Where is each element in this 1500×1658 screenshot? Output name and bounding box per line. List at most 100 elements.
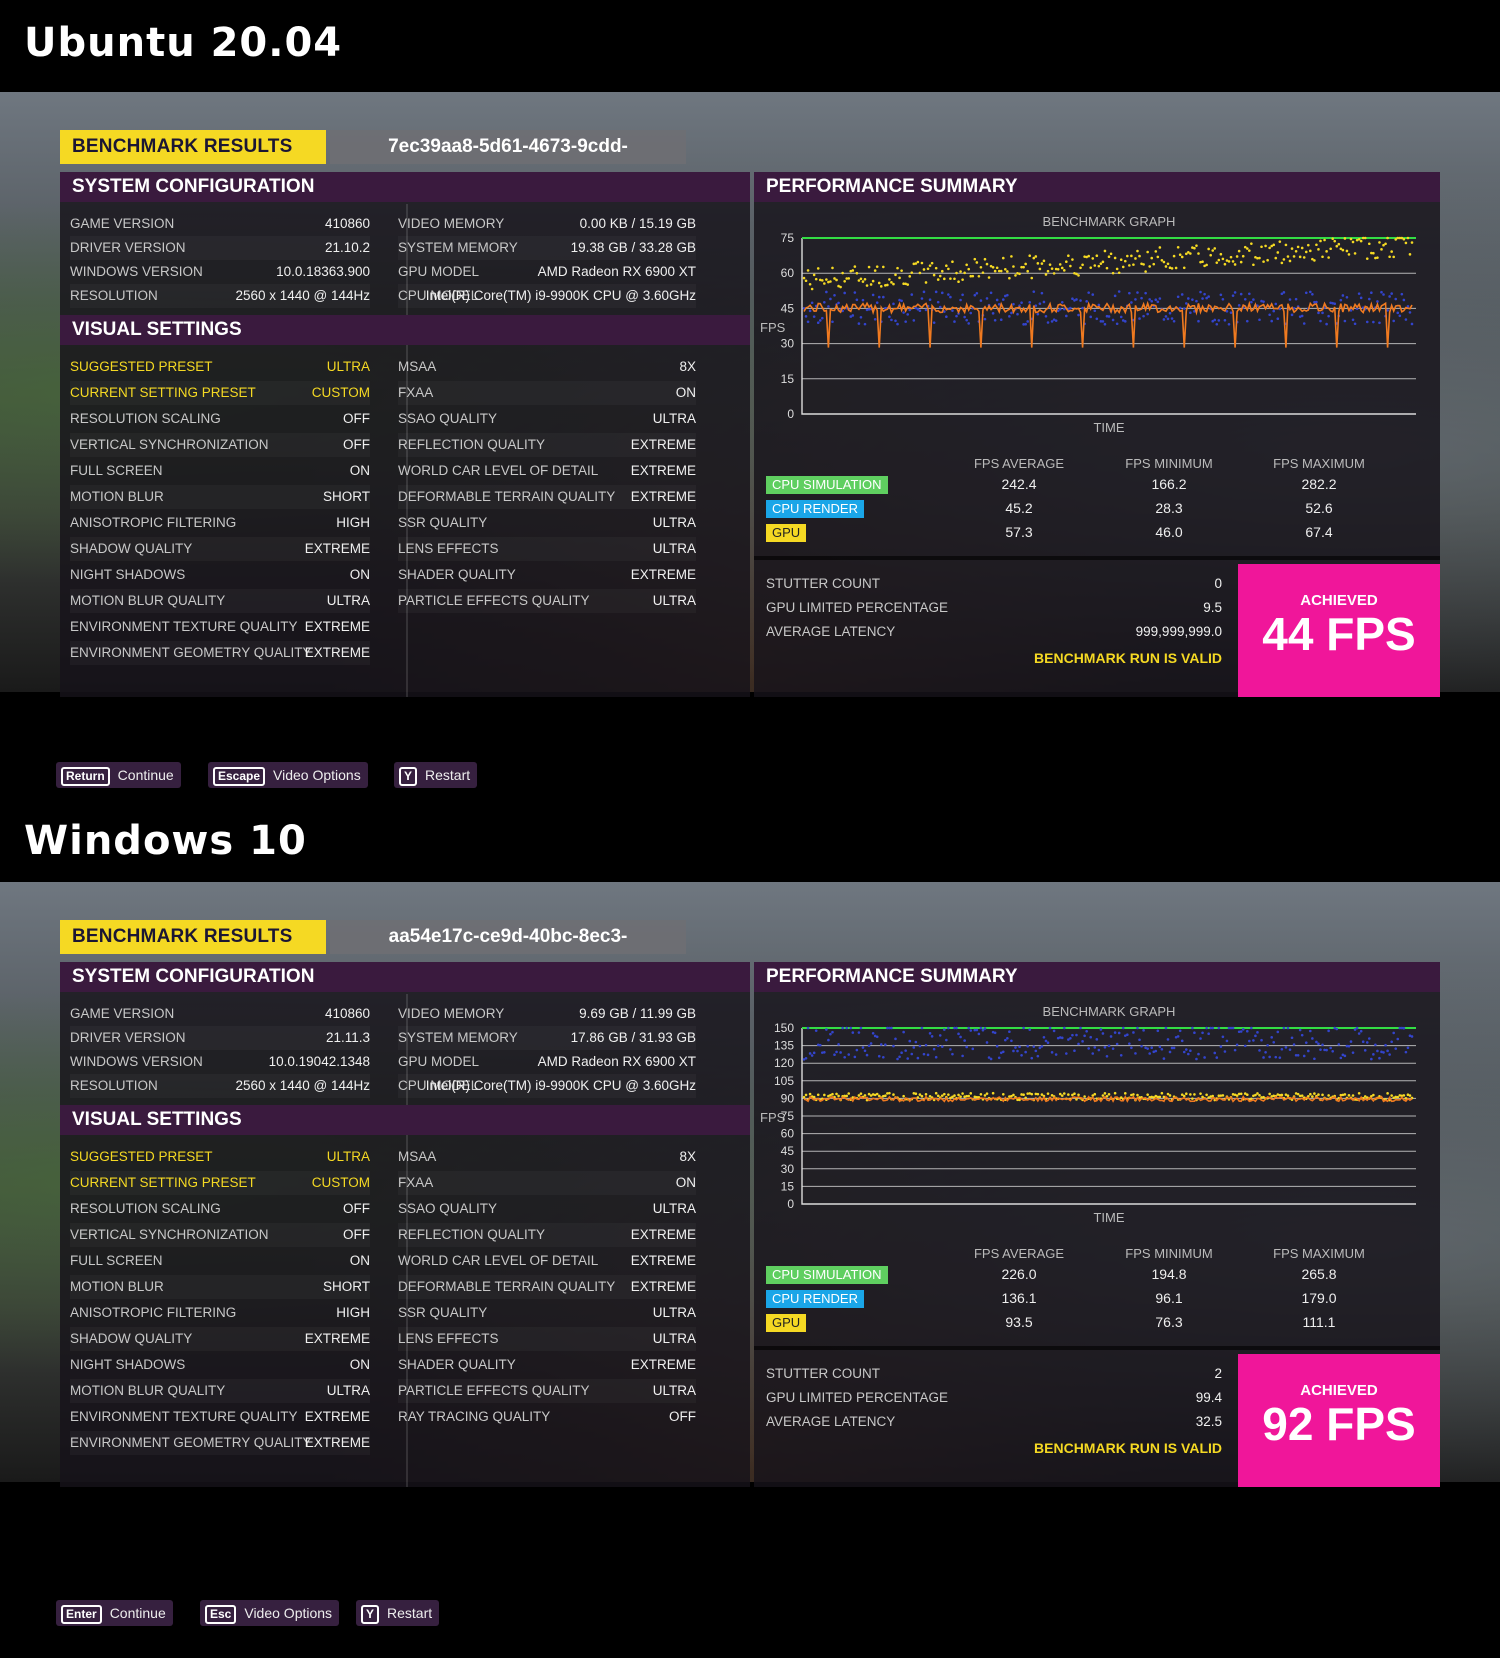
summary-value: 32.5 [1195, 1414, 1222, 1429]
achieved-label: ACHIEVED [1300, 592, 1378, 609]
stat-value: 242.4 [1001, 476, 1037, 492]
setting-row: SYSTEM MEMORY 19.38 GB / 33.28 GB [398, 236, 696, 260]
summary-row: AVERAGE LATENCY 999,999,999.0 [766, 620, 1222, 644]
setting-row: FULL SCREEN ON [70, 1249, 370, 1273]
y-axis-label: FPS [760, 1110, 786, 1125]
key-hint: Enter [61, 1605, 102, 1624]
setting-value: ULTRA [652, 1201, 696, 1216]
performance-block: PERFORMANCE SUMMARY BENCHMARK GRAPH 0 15 30 4… [754, 172, 1440, 697]
setting-value: ULTRA [652, 411, 696, 426]
setting-row: FXAA ON [398, 381, 696, 405]
setting-name: WORLD CAR LEVEL OF DETAIL [398, 1253, 599, 1268]
setting-name: ENVIRONMENT TEXTURE QUALITY [70, 619, 298, 634]
restart-button[interactable]: Y Restart [356, 1600, 440, 1626]
setting-row: SHADOW QUALITY EXTREME [70, 1327, 370, 1351]
setting-name: RESOLUTION [70, 1078, 158, 1093]
y-tick-label: 60 [781, 266, 795, 280]
setting-value: HIGH [336, 1305, 370, 1320]
setting-name: VERTICAL SYNCHRONIZATION [70, 1227, 269, 1242]
setting-row: RESOLUTION SCALING OFF [70, 407, 370, 431]
setting-name: DRIVER VERSION [70, 1030, 186, 1045]
setting-name: RESOLUTION SCALING [70, 1201, 221, 1216]
setting-row: WINDOWS VERSION 10.0.19042.1348 [70, 1050, 370, 1074]
run-id: aa54e17c-ce9d-40bc-8ec3-bd01f9a58871 [330, 920, 686, 981]
setting-value: Intel(R) Core(TM) i9-9900K CPU @ 3.60GHz [425, 288, 696, 303]
setting-name: CURRENT SETTING PRESET [70, 1175, 256, 1190]
setting-value: Intel(R) Core(TM) i9-9900K CPU @ 3.60GHz [425, 1078, 696, 1093]
setting-name: GPU MODEL [398, 264, 480, 279]
y-tick-label: 30 [781, 1162, 795, 1176]
setting-value: EXTREME [304, 1409, 370, 1424]
setting-value: SHORT [322, 489, 370, 504]
stat-value: 136.1 [1001, 1290, 1037, 1306]
settings-block: SYSTEM CONFIGURATION GAME VERSION 410860 DR… [60, 962, 750, 1487]
setting-value: 410860 [324, 1006, 370, 1021]
setting-value: 2560 x 1440 @ 144Hz [235, 1078, 370, 1093]
setting-name: SYSTEM MEMORY [398, 1030, 518, 1045]
setting-row: GPU MODEL AMD Radeon RX 6900 XT [398, 260, 696, 284]
setting-value: EXTREME [304, 645, 370, 660]
setting-value: ULTRA [326, 359, 370, 374]
continue-button[interactable]: Return Continue [56, 762, 181, 788]
setting-value: 0.00 KB / 15.19 GB [579, 216, 696, 231]
stat-value: 166.2 [1151, 476, 1187, 492]
setting-name: FULL SCREEN [70, 1253, 163, 1268]
setting-name: CURRENT SETTING PRESET [70, 385, 256, 400]
setting-row: RESOLUTION SCALING OFF [70, 1197, 370, 1221]
cpu-render-tag: CPU RENDER [766, 1290, 864, 1308]
stat-header: FPS MAXIMUM [1273, 1246, 1365, 1261]
button-label: Restart [425, 767, 471, 783]
setting-name: SUGGESTED PRESET [70, 1149, 213, 1164]
setting-value: OFF [343, 1201, 370, 1216]
restart-button[interactable]: Y Restart [394, 762, 478, 788]
setting-row: ENVIRONMENT TEXTURE QUALITY EXTREME [70, 1405, 370, 1429]
setting-row: RESOLUTION 2560 x 1440 @ 144Hz [70, 1074, 370, 1098]
setting-row: REFLECTION QUALITY EXTREME [398, 433, 696, 457]
footer-controls: Return Continue Escape Video Options Y Restar… [56, 762, 656, 788]
valid-status: BENCHMARK RUN IS VALID [1034, 1440, 1222, 1456]
setting-row: WINDOWS VERSION 10.0.18363.900 [70, 260, 370, 284]
setting-row: MOTION BLUR QUALITY ULTRA [70, 589, 370, 613]
setting-value: EXTREME [630, 1279, 696, 1294]
setting-name: NIGHT SHADOWS [70, 567, 186, 582]
setting-name: WINDOWS VERSION [70, 264, 203, 279]
setting-value: ON [349, 1253, 370, 1268]
setting-row: SSR QUALITY ULTRA [398, 1301, 696, 1325]
video-options-button[interactable]: Esc Video Options [200, 1600, 340, 1626]
setting-value: OFF [343, 411, 370, 426]
setting-row: VERTICAL SYNCHRONIZATION OFF [70, 433, 370, 457]
setting-row: RAY TRACING QUALITY OFF [398, 1405, 696, 1429]
setting-name: WORLD CAR LEVEL OF DETAIL [398, 463, 599, 478]
stat-value: 265.8 [1301, 1266, 1337, 1282]
continue-button[interactable]: Enter Continue [56, 1600, 173, 1626]
video-options-button[interactable]: Escape Video Options [208, 762, 368, 788]
setting-value: 10.0.18363.900 [276, 264, 370, 279]
setting-row: CPU MODEL Intel(R) Core(TM) i9-9900K CPU … [398, 284, 696, 308]
y-tick-label: 45 [781, 301, 795, 315]
summary-name: STUTTER COUNT [766, 576, 880, 591]
summary-row: STUTTER COUNT 0 [766, 572, 1222, 596]
results-panel: BENCHMARK RESULTS aa54e17c-ce9d-40bc-8ec3… [60, 920, 1440, 1490]
setting-row: MOTION BLUR QUALITY ULTRA [70, 1379, 370, 1403]
setting-value: 8X [679, 1149, 696, 1164]
setting-name: DEFORMABLE TERRAIN QUALITY [398, 1279, 616, 1294]
stat-value: 46.0 [1155, 524, 1183, 540]
summary-name: AVERAGE LATENCY [766, 1414, 896, 1429]
setting-name: FULL SCREEN [70, 463, 163, 478]
performance-summary-header: PERFORMANCE SUMMARY [754, 172, 1440, 202]
setting-value: 21.10.2 [324, 240, 370, 255]
setting-row: MSAA 8X [398, 1145, 696, 1169]
setting-name: SHADER QUALITY [398, 567, 516, 582]
y-tick-label: 15 [781, 1179, 795, 1193]
graph-title: BENCHMARK GRAPH [1043, 1004, 1176, 1019]
stat-value: 226.0 [1001, 1266, 1037, 1282]
y-tick-label: 45 [781, 1144, 795, 1158]
stat-value: 179.0 [1301, 1290, 1337, 1306]
visual-settings-header: VISUAL SETTINGS [60, 1105, 750, 1135]
setting-row: MSAA 8X [398, 355, 696, 379]
performance-summary-header: PERFORMANCE SUMMARY [754, 962, 1440, 992]
setting-name: SYSTEM MEMORY [398, 240, 518, 255]
setting-name: REFLECTION QUALITY [398, 437, 546, 452]
y-tick-label: 120 [774, 1056, 794, 1070]
benchmark-graph: BENCHMARK GRAPH0153045607590105120135150… [760, 1004, 1416, 1225]
